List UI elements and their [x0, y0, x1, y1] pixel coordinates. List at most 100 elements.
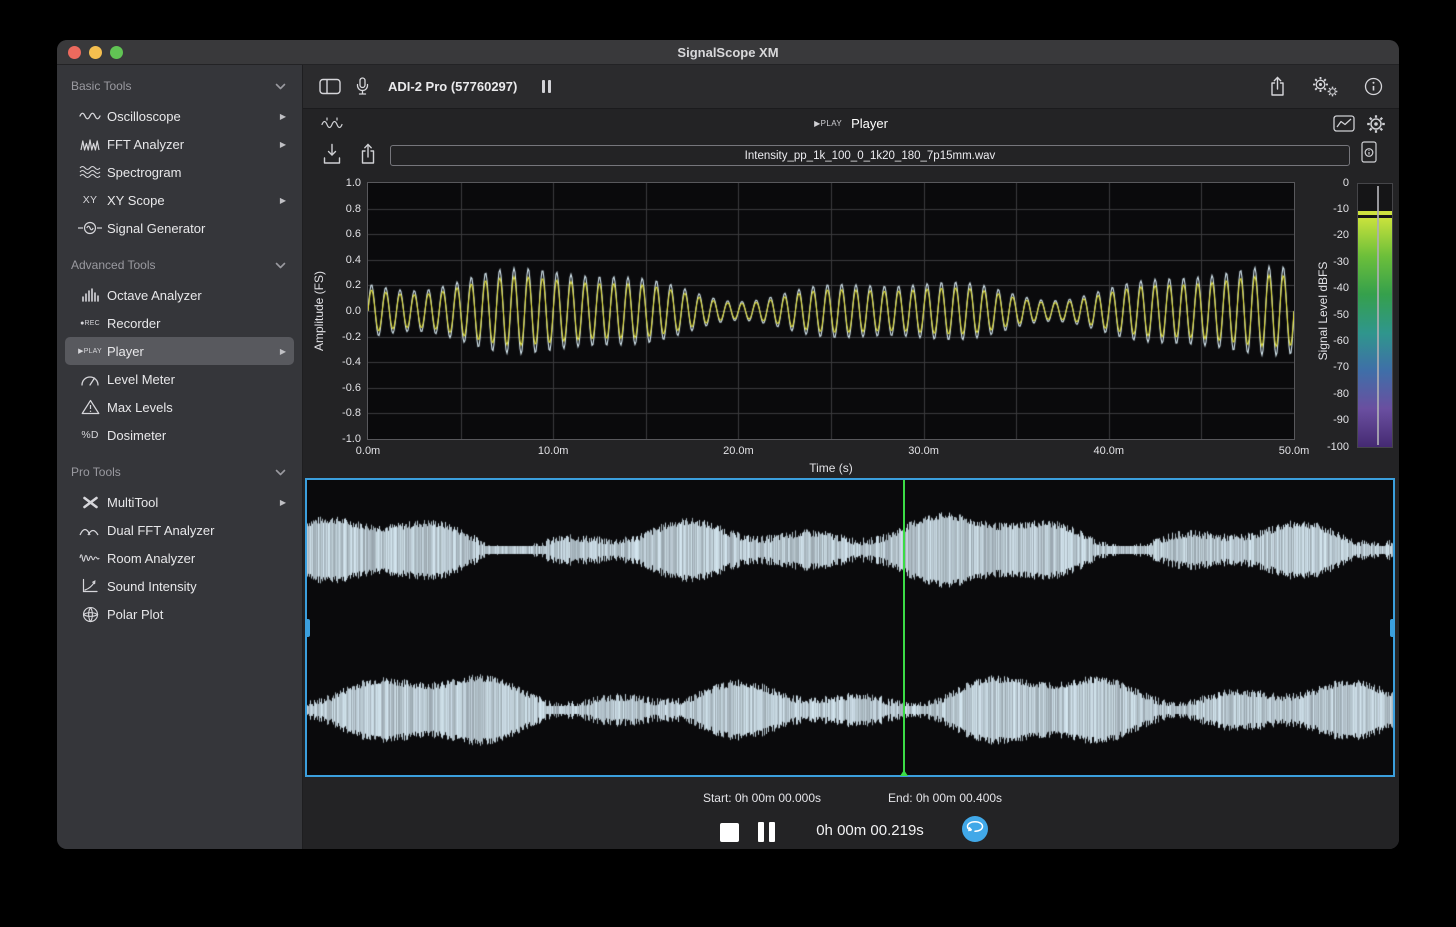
- recorder-icon: ●REC: [73, 320, 107, 327]
- chevron-right-icon: ▶: [280, 498, 286, 507]
- meter-gradient-fill: [1358, 218, 1392, 447]
- meter-tick-label: -60: [1333, 335, 1349, 347]
- selection-end-handle[interactable]: [1390, 619, 1395, 637]
- oscilloscope-icon: [73, 110, 107, 122]
- app-window: SignalScope XM Basic ToolsOscilloscope▶F…: [57, 40, 1399, 849]
- dosimeter-icon: %D: [73, 429, 107, 441]
- octave-analyzer-icon: [73, 288, 107, 302]
- sidebar-item-label: Dosimeter: [107, 428, 166, 443]
- signal-level-meter: [1357, 183, 1393, 448]
- close-window-button[interactable]: [68, 46, 81, 59]
- sidebar-item-label: Oscilloscope: [107, 109, 181, 124]
- sidebar-item-recorder[interactable]: ●RECRecorder: [65, 309, 294, 337]
- sidebar-section-advanced-tools: Advanced Tools Octave Analyzer●RECRecorde…: [57, 254, 302, 449]
- sidebar-item-label: Signal Generator: [107, 221, 205, 236]
- sidebar-item-label: Max Levels: [107, 400, 173, 415]
- sidebar-item-multitool[interactable]: MultiTool ▶: [65, 488, 294, 516]
- microphone-icon[interactable]: [356, 77, 369, 97]
- meter-tick-label: 0: [1343, 177, 1349, 189]
- overview-waveform-canvas: [307, 480, 1393, 775]
- sidebar-item-dosimeter[interactable]: %DDosimeter: [65, 421, 294, 449]
- sidebar-section-header-pro-tools[interactable]: Pro Tools: [57, 461, 302, 483]
- loop-icon: [966, 820, 984, 838]
- sidebar-item-label: Level Meter: [107, 372, 175, 387]
- y-axis-label: Amplitude (FS): [312, 271, 326, 351]
- titlebar: SignalScope XM: [57, 40, 1399, 65]
- sidebar-item-spectrogram[interactable]: Spectrogram: [65, 158, 294, 186]
- player-chart-canvas: [367, 182, 1295, 440]
- meter-tick-label: -100: [1327, 441, 1349, 453]
- y-tick-label: 1.0: [346, 177, 361, 189]
- export-file-button[interactable]: [359, 142, 377, 171]
- sidebar-section-header-basic-tools[interactable]: Basic Tools: [57, 75, 302, 97]
- y-tick-label: -0.2: [342, 331, 361, 343]
- playhead-cursor[interactable]: [903, 480, 905, 775]
- x-axis-label: Time (s): [809, 461, 853, 475]
- pause-button[interactable]: [758, 822, 775, 842]
- sidebar-item-level-meter[interactable]: Level Meter: [65, 365, 294, 393]
- settings-gears-button[interactable]: [1312, 76, 1338, 98]
- sidebar-item-max-levels[interactable]: Max Levels: [65, 393, 294, 421]
- sidebar-item-room-analyzer[interactable]: Room Analyzer: [65, 544, 294, 572]
- waveform-overview[interactable]: [305, 478, 1395, 777]
- main-area: ADI-2 Pro (57760297): [303, 65, 1399, 849]
- sidebar-toggle-button[interactable]: [319, 78, 341, 95]
- x-tick-label: 0.0m: [356, 445, 380, 457]
- sidebar-item-label: XY Scope: [107, 193, 165, 208]
- sidebar-item-oscilloscope[interactable]: Oscilloscope▶: [65, 102, 294, 130]
- sidebar-item-octave-analyzer[interactable]: Octave Analyzer: [65, 281, 294, 309]
- y-tick-label: -0.4: [342, 356, 361, 368]
- meter-ticks: 0-10-20-30-40-50-60-70-80-90-100: [1303, 183, 1349, 448]
- chart-view-button[interactable]: [1333, 115, 1355, 137]
- player-icon: ▶PLAY: [73, 347, 107, 355]
- sidebar-item-xy-scope[interactable]: XYXY Scope▶: [65, 186, 294, 214]
- level-meter-icon: [73, 373, 107, 386]
- dual-fft-icon: [73, 524, 107, 536]
- share-button[interactable]: [1269, 76, 1286, 97]
- minimize-window-button[interactable]: [89, 46, 102, 59]
- meter-peak-indicator: [1358, 211, 1392, 215]
- sidebar-item-dual-fft-analyzer[interactable]: Dual FFT Analyzer: [65, 516, 294, 544]
- meter-tick-label: -80: [1333, 388, 1349, 400]
- sidebar-item-fft-analyzer[interactable]: FFT Analyzer▶: [65, 130, 294, 158]
- y-axis-ticks: 1.00.80.60.40.20.0-0.2-0.4-0.6-0.8-1.0: [327, 183, 361, 439]
- chevron-down-icon: [275, 469, 286, 476]
- meter-tick-label: -10: [1333, 203, 1349, 215]
- selection-end-label: End: 0h 00m 00.400s: [888, 791, 1002, 805]
- selection-start-handle[interactable]: [305, 619, 310, 637]
- multitool-icon: [73, 496, 107, 509]
- tab-player[interactable]: ▶PLAY Player: [303, 116, 1399, 131]
- meter-tick-label: -40: [1333, 282, 1349, 294]
- info-button[interactable]: [1364, 77, 1383, 96]
- zoom-window-button[interactable]: [110, 46, 123, 59]
- sidebar-item-label: Room Analyzer: [107, 551, 195, 566]
- sidebar-item-player[interactable]: ▶PLAYPlayer▶: [65, 337, 294, 365]
- sidebar-item-label: Dual FFT Analyzer: [107, 523, 214, 538]
- stop-button[interactable]: [720, 823, 739, 842]
- loop-button[interactable]: [962, 816, 988, 842]
- sidebar-item-sound-intensity[interactable]: Sound Intensity: [65, 572, 294, 600]
- room-analyzer-icon: [73, 551, 107, 565]
- device-pause-icon[interactable]: [542, 80, 551, 93]
- chevron-right-icon: ▶: [280, 140, 286, 149]
- selection-start-label: Start: 0h 00m 00.000s: [703, 791, 821, 805]
- y-tick-label: 0.4: [346, 254, 361, 266]
- section-label: Pro Tools: [71, 465, 121, 479]
- sidebar-section-header-advanced-tools[interactable]: Advanced Tools: [57, 254, 302, 276]
- filename-field[interactable]: Intensity_pp_1k_100_0_1k20_180_7p15mm.wa…: [390, 145, 1350, 166]
- sidebar-item-label: Player: [107, 344, 144, 359]
- player-pane: ▶PLAY Player Intensity_pp_1k_100_0_1k20_…: [303, 108, 1399, 849]
- device-label[interactable]: ADI-2 Pro (57760297): [388, 79, 517, 94]
- sidebar-item-label: MultiTool: [107, 495, 158, 510]
- sidebar-item-polar-plot[interactable]: Polar Plot: [65, 600, 294, 628]
- y-tick-label: -0.6: [342, 382, 361, 394]
- x-tick-label: 30.0m: [908, 445, 939, 457]
- sound-intensity-icon: [73, 578, 107, 594]
- meter-tick-label: -50: [1333, 309, 1349, 321]
- spectrogram-icon: [73, 165, 107, 179]
- sidebar-item-signal-generator[interactable]: Signal Generator: [65, 214, 294, 242]
- file-info-button[interactable]: [1360, 140, 1378, 169]
- import-file-button[interactable]: [322, 142, 342, 171]
- y-tick-label: -1.0: [342, 433, 361, 445]
- pane-settings-gear-button[interactable]: [1366, 114, 1386, 139]
